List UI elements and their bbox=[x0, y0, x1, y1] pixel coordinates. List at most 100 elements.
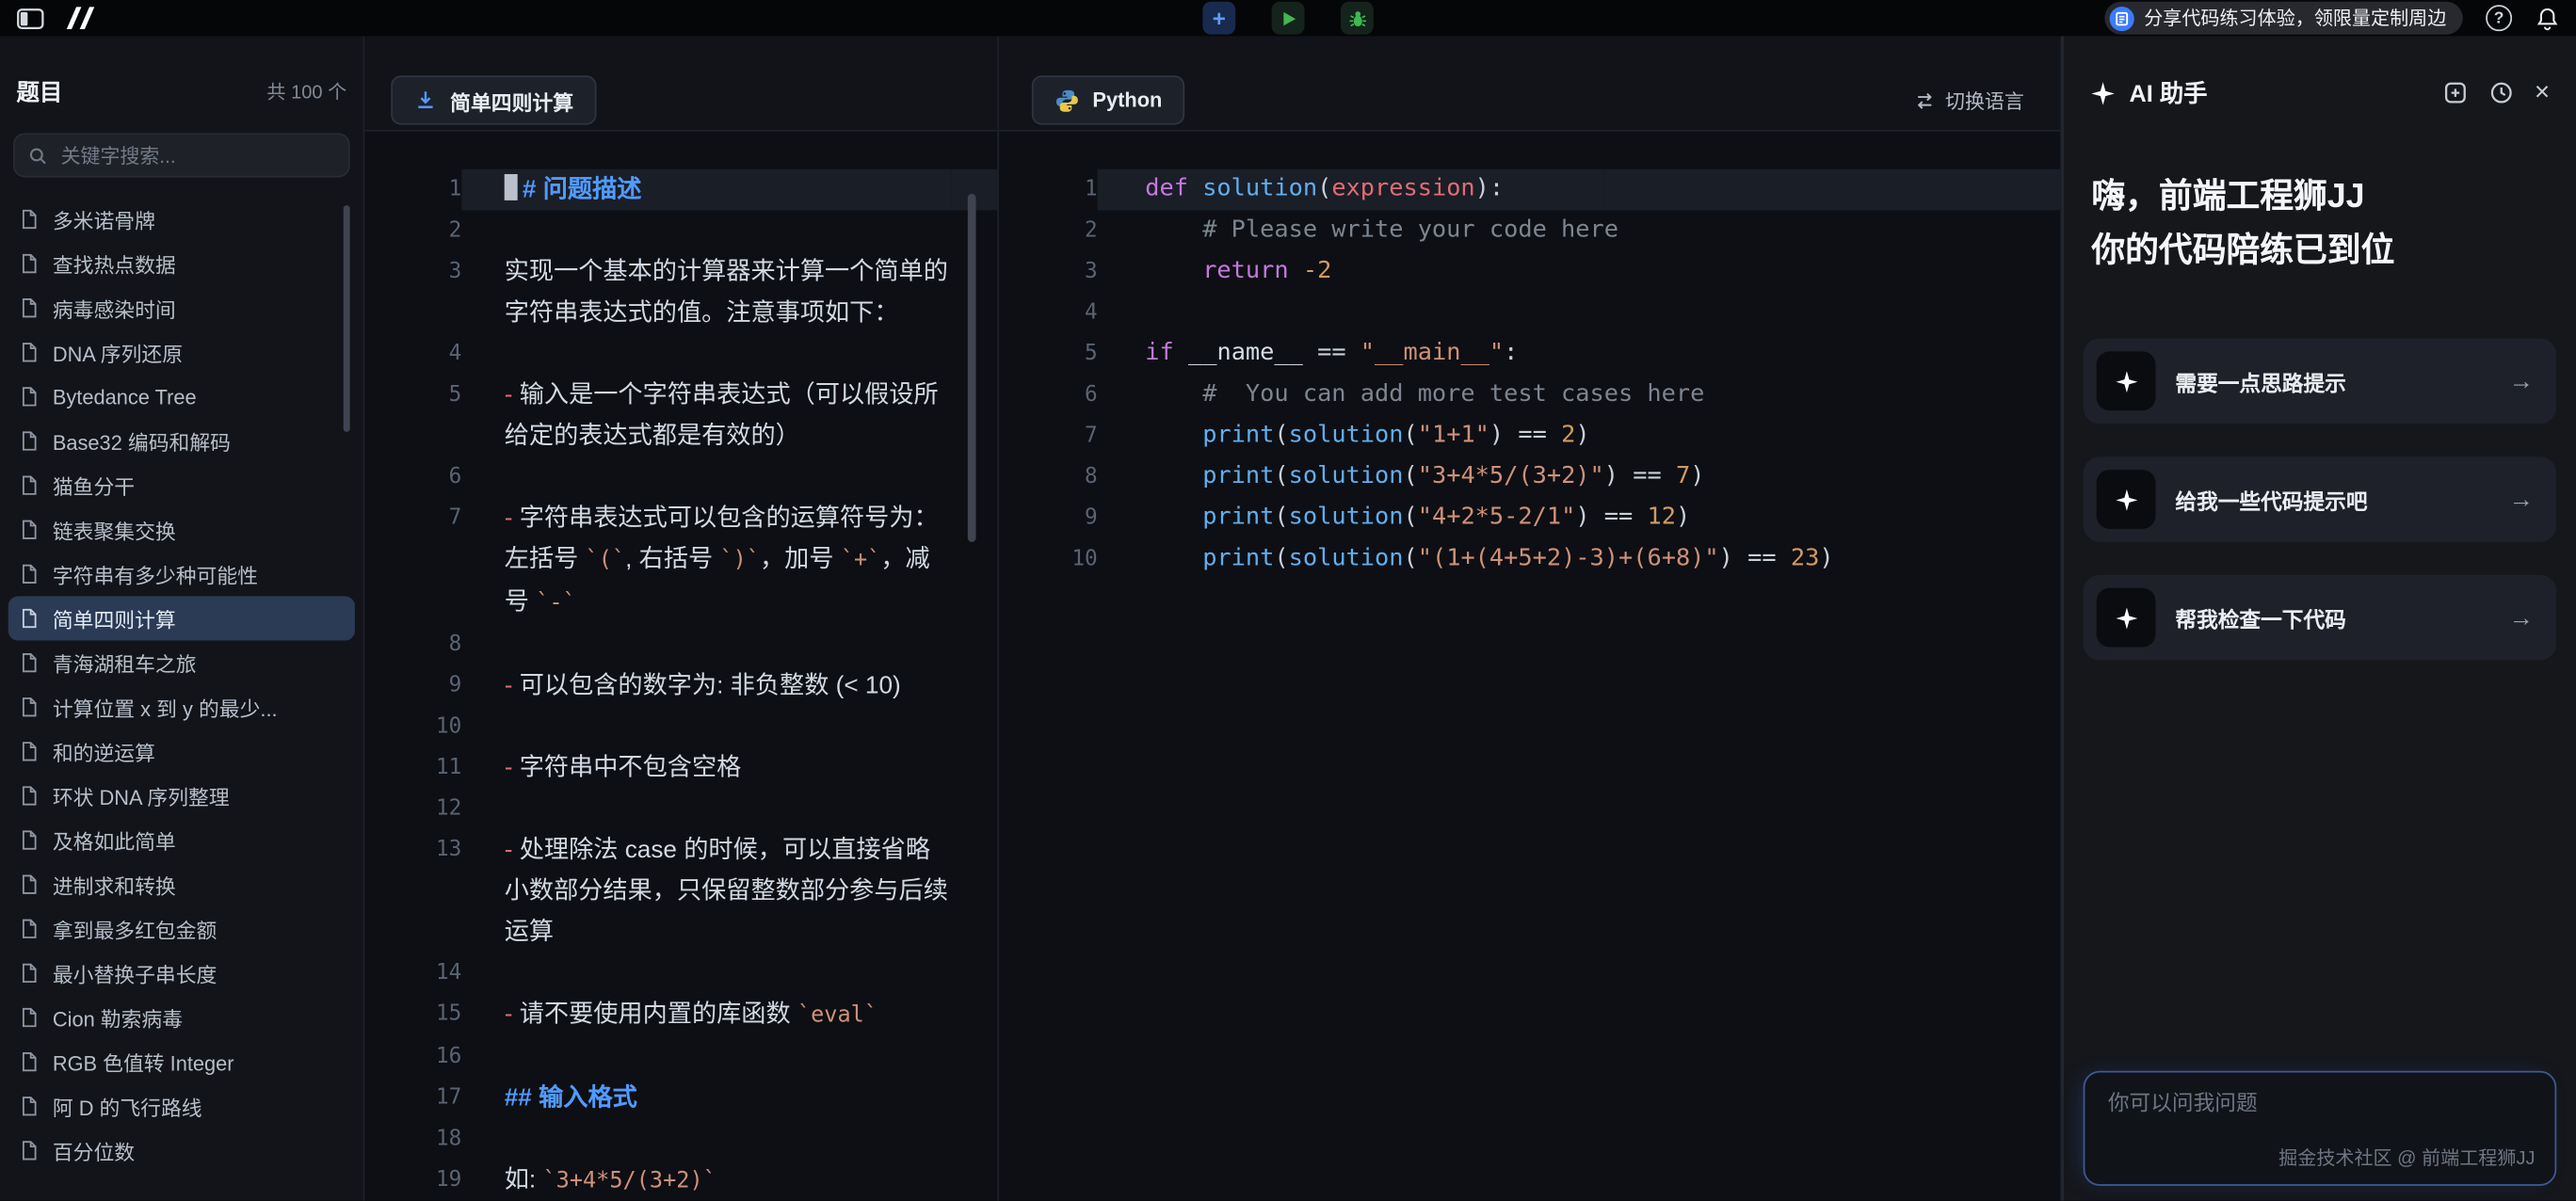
line-number: 1 bbox=[999, 169, 1098, 211]
line-content: if __name__ == "__main__": bbox=[1098, 333, 2061, 375]
list-item[interactable]: Cion 勒索病毒 bbox=[8, 995, 355, 1039]
ai-header: AI 助手 × bbox=[2084, 75, 2557, 110]
line-content: - 字符串表达式可以包含的运算符号为：左括号 `(`, 右括号 `)`，加号 `… bbox=[461, 498, 951, 624]
code-line: 4 bbox=[999, 293, 2060, 334]
code-line: 2 # Please write your code here bbox=[999, 210, 2060, 251]
list-item[interactable]: 查找热点数据 bbox=[8, 242, 355, 286]
line-content: 如: `3+4*5/(3+2)` bbox=[461, 1160, 951, 1201]
list-item[interactable]: 最小替换子串长度 bbox=[8, 951, 355, 995]
list-item[interactable]: 及格如此简单 bbox=[8, 818, 355, 862]
list-item[interactable]: 拿到最多红包金额 bbox=[8, 906, 355, 951]
list-item-label: 青海湖租车之旅 bbox=[53, 648, 197, 679]
doc-line: 6 bbox=[364, 456, 997, 498]
language-tab[interactable]: Python bbox=[1032, 75, 1185, 124]
list-item-label: 计算位置 x 到 y 的最少... bbox=[53, 692, 278, 723]
list-item[interactable]: DNA 序列还原 bbox=[8, 330, 355, 375]
line-number: 6 bbox=[999, 375, 1098, 416]
document-icon bbox=[18, 564, 40, 585]
add-button[interactable]: + bbox=[1202, 2, 1235, 35]
problem-tabstrip: 简单四则计算 bbox=[364, 36, 997, 131]
new-chat-icon[interactable] bbox=[2442, 81, 2467, 105]
list-item[interactable]: 百分位数 bbox=[8, 1129, 355, 1173]
suggestion-label: 帮我检查一下代码 bbox=[2175, 602, 2346, 633]
doc-line: 14 bbox=[364, 953, 997, 994]
run-button[interactable] bbox=[1272, 2, 1305, 35]
notifications-bell-icon[interactable] bbox=[2536, 6, 2560, 30]
document-icon bbox=[18, 652, 40, 674]
list-item[interactable]: 阿 D 的飞行路线 bbox=[8, 1084, 355, 1129]
line-number: 7 bbox=[999, 415, 1098, 456]
document-icon bbox=[18, 1051, 40, 1073]
ai-assistant-panel: AI 助手 × 嗨，前端工程狮JJ 你的代码陪练已到位 bbox=[2062, 36, 2576, 1200]
swap-arrows-icon bbox=[1914, 90, 1936, 112]
code-editor[interactable]: 1def solution(expression):2 # Please wri… bbox=[999, 132, 2060, 1201]
arrow-right-icon: → bbox=[2509, 603, 2534, 632]
debug-button[interactable] bbox=[1341, 2, 1374, 35]
sidebar-scrollbar-thumb[interactable] bbox=[344, 205, 350, 432]
arrow-right-icon: → bbox=[2509, 367, 2534, 395]
list-item-label: Cion 勒索病毒 bbox=[53, 1001, 183, 1033]
document-icon bbox=[18, 297, 40, 319]
topbar-actions: + bbox=[1202, 2, 1373, 35]
list-item[interactable]: 字符串有多少种可能性 bbox=[8, 552, 355, 596]
problem-tab[interactable]: 简单四则计算 bbox=[391, 75, 596, 124]
line-content bbox=[461, 706, 951, 747]
list-item[interactable]: 青海湖租车之旅 bbox=[8, 641, 355, 685]
problem-tab-label: 简单四则计算 bbox=[450, 85, 573, 116]
list-item[interactable]: 环状 DNA 序列整理 bbox=[8, 774, 355, 818]
line-number: 2 bbox=[999, 210, 1098, 251]
line-content bbox=[1098, 293, 2061, 334]
app-logo-icon[interactable] bbox=[62, 5, 98, 31]
line-number: 11 bbox=[364, 747, 461, 789]
list-item[interactable]: 多米诺骨牌 bbox=[8, 197, 355, 241]
problem-content[interactable]: 1# 问题描述23实现一个基本的计算器来计算一个简单的字符串表达式的值。注意事项… bbox=[364, 132, 997, 1201]
suggestion-card-hint[interactable]: 需要一点思路提示 → bbox=[2084, 338, 2557, 424]
line-content: ## 输入格式 bbox=[461, 1078, 951, 1119]
promo-badge[interactable]: 分享代码练习体验，领限量定制周边 bbox=[2104, 2, 2462, 35]
doc-line: 8 bbox=[364, 624, 997, 665]
line-content: # 问题描述 bbox=[461, 169, 951, 211]
help-icon[interactable]: ? bbox=[2486, 5, 2512, 31]
sparkle-icon bbox=[2097, 351, 2156, 410]
list-item[interactable]: 病毒感染时间 bbox=[8, 286, 355, 330]
search-box[interactable] bbox=[13, 133, 350, 177]
problem-count: 共 100 个 bbox=[266, 79, 346, 105]
list-item-label: 链表聚集交换 bbox=[53, 514, 176, 545]
python-icon bbox=[1055, 88, 1079, 112]
line-content: - 输入是一个字符串表达式（可以假设所给定的表达式都是有效的） bbox=[461, 375, 951, 456]
document-icon bbox=[18, 430, 40, 452]
editor-panel: Python 切换语言 1def solution(expression):2 … bbox=[999, 36, 2062, 1200]
close-icon[interactable]: × bbox=[2535, 80, 2550, 106]
list-item[interactable]: 计算位置 x 到 y 的最少... bbox=[8, 685, 355, 729]
line-content bbox=[461, 624, 951, 665]
language-tab-label: Python bbox=[1092, 88, 1162, 111]
search-input[interactable] bbox=[57, 142, 335, 168]
switch-language-button[interactable]: 切换语言 bbox=[1914, 87, 2024, 115]
document-icon bbox=[18, 342, 40, 363]
line-number: 8 bbox=[999, 456, 1098, 498]
list-item[interactable]: Base32 编码和解码 bbox=[8, 419, 355, 463]
ai-question-input[interactable] bbox=[2104, 1089, 2541, 1117]
history-icon[interactable] bbox=[2488, 81, 2513, 105]
suggestion-card-code-hint[interactable]: 给我一些代码提示吧 → bbox=[2084, 456, 2557, 542]
problem-scrollbar-thumb[interactable] bbox=[968, 194, 976, 542]
list-item[interactable]: 简单四则计算 bbox=[8, 596, 355, 640]
list-item[interactable]: 和的逆运算 bbox=[8, 729, 355, 774]
list-item-label: 查找热点数据 bbox=[53, 248, 176, 279]
doc-line: 3实现一个基本的计算器来计算一个简单的字符串表达式的值。注意事项如下： bbox=[364, 251, 997, 333]
list-item[interactable]: RGB 色值转 Integer bbox=[8, 1040, 355, 1084]
document-icon bbox=[18, 386, 40, 408]
problem-sidebar: 题目 共 100 个 多米诺骨牌查找热点数据病毒感染时间DNA 序列还原Byte… bbox=[0, 36, 364, 1200]
suggestion-card-review[interactable]: 帮我检查一下代码 → bbox=[2084, 575, 2557, 661]
list-item[interactable]: 链表聚集交换 bbox=[8, 507, 355, 552]
sidebar-toggle-icon[interactable] bbox=[16, 6, 44, 30]
line-content bbox=[461, 789, 951, 830]
ai-greeting: 嗨，前端工程狮JJ 你的代码陪练已到位 bbox=[2084, 169, 2557, 278]
doc-line: 5- 输入是一个字符串表达式（可以假设所给定的表达式都是有效的） bbox=[364, 375, 997, 456]
list-item[interactable]: 进制求和转换 bbox=[8, 862, 355, 906]
list-item[interactable]: 猫鱼分干 bbox=[8, 463, 355, 507]
document-icon bbox=[18, 608, 40, 630]
list-item[interactable]: Bytedance Tree bbox=[8, 375, 355, 419]
play-icon bbox=[1279, 9, 1296, 27]
ai-input-box[interactable]: 掘金技术社区 @ 前端工程狮JJ bbox=[2084, 1071, 2557, 1186]
